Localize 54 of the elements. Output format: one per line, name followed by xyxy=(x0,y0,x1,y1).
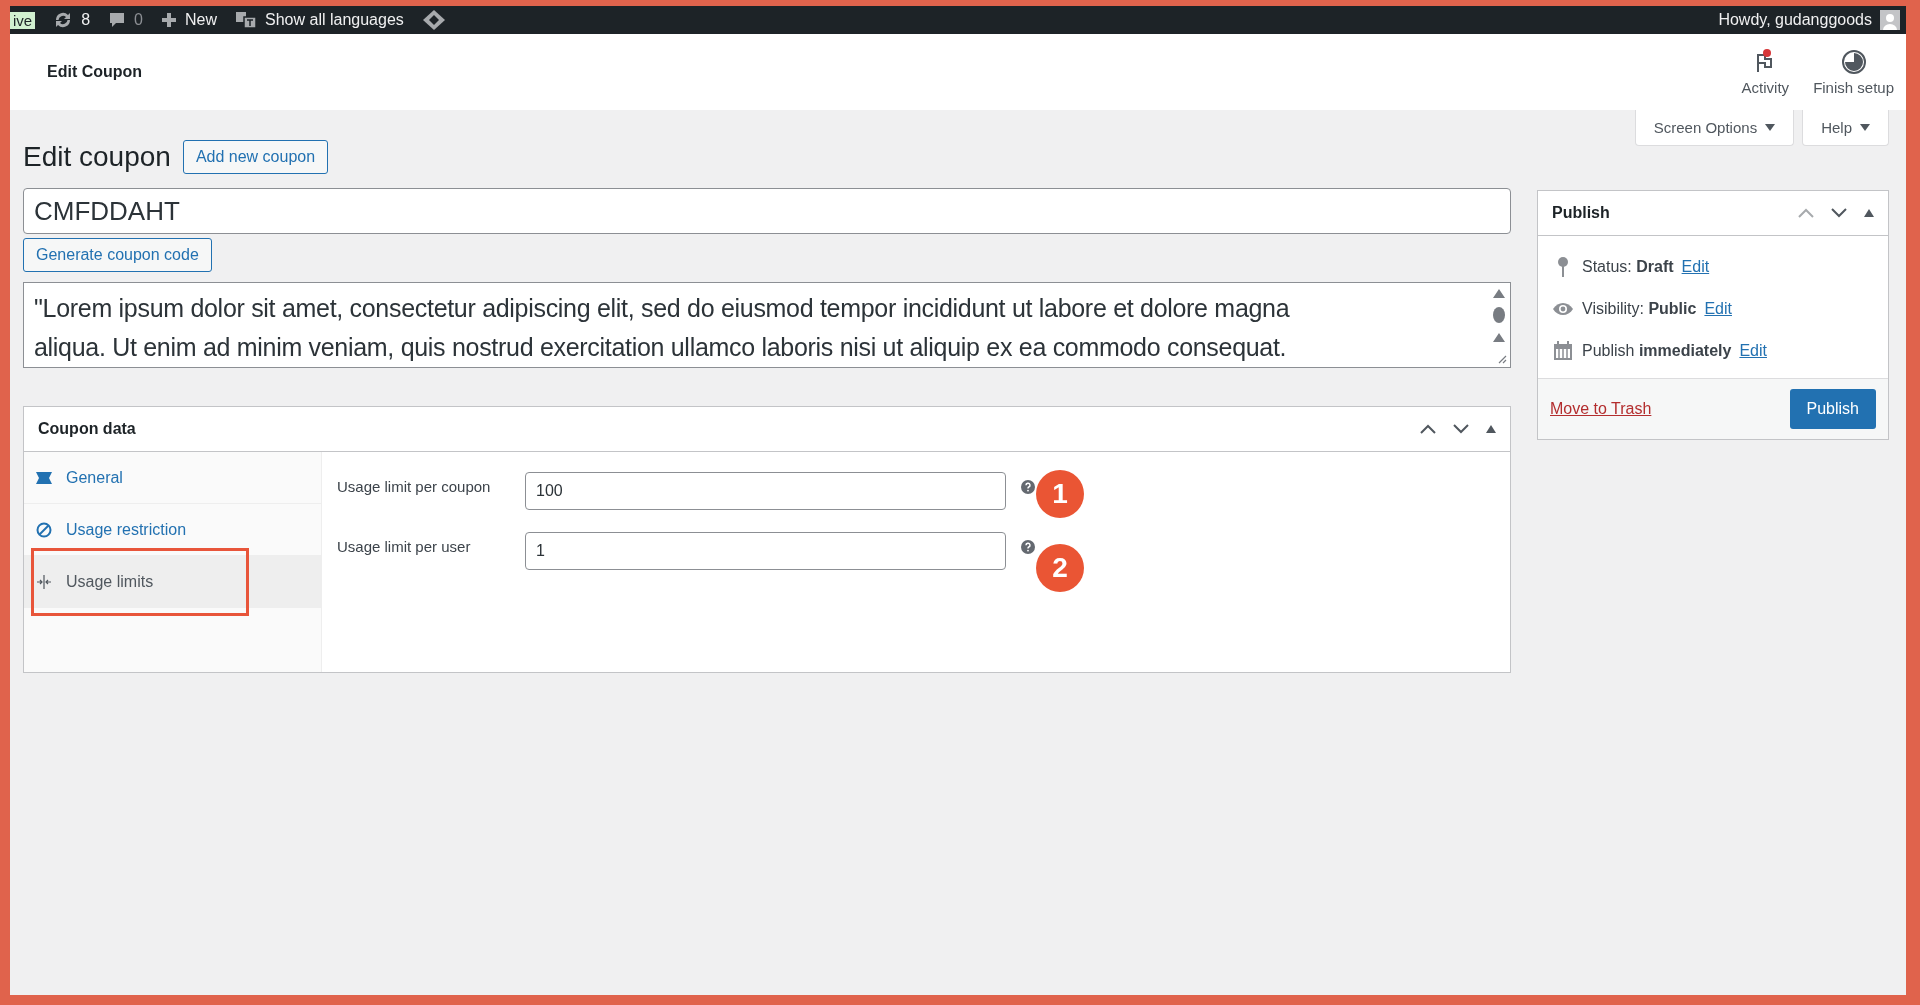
collapse-icon[interactable] xyxy=(1864,209,1874,217)
move-down-icon[interactable] xyxy=(1831,208,1847,218)
translate-icon[interactable] xyxy=(235,11,257,29)
field-label: Usage limit per user xyxy=(337,537,472,555)
diamond-icon[interactable] xyxy=(421,9,446,31)
coupon-code-field[interactable]: CMFDDAHT xyxy=(23,188,1511,234)
screen-meta-tab[interactable]: Screen Options xyxy=(1634,110,1795,146)
callout-number: 1 xyxy=(1036,470,1084,518)
publish-info: Status: Draft xyxy=(1582,258,1674,276)
publish-button[interactable]: Publish xyxy=(1789,389,1876,429)
comment-icon[interactable] xyxy=(108,11,127,29)
greeting-link[interactable]: Howdy, gudanggoods xyxy=(1718,11,1872,29)
panel-title: Publish xyxy=(1552,204,1610,222)
description-field[interactable]: "Lorem ipsum dolor sit amet, consectetur adipiscing elit, sed do eiusmod tempor incididunt ut labore et dolore magna aliqua. Ut enim ad minim veniam, quis nostrud exercitation ullamco laboris nisi ut aliquip ex ea commodo consequat. xyxy=(23,282,1511,368)
eye-icon xyxy=(1552,302,1574,316)
edit-link[interactable]: Edit xyxy=(1681,258,1710,276)
ticket-icon xyxy=(36,470,52,485)
calendar-icon xyxy=(1552,341,1574,361)
input-field[interactable]: 1 xyxy=(525,532,1006,570)
publish-info: Publish immediately xyxy=(1582,342,1732,360)
arrows-inward-icon xyxy=(36,573,52,590)
collapse-icon[interactable] xyxy=(1486,425,1496,433)
add-new-coupon-button[interactable]: Add new coupon xyxy=(182,140,329,174)
prohibited-icon xyxy=(36,521,52,538)
move-up-icon[interactable] xyxy=(1420,424,1436,434)
edit-link[interactable]: Edit xyxy=(1704,300,1732,318)
panel-title: Coupon data xyxy=(38,420,136,438)
help-icon[interactable] xyxy=(1021,480,1035,494)
help-icon[interactable] xyxy=(1021,540,1035,554)
updates-count[interactable]: 8 xyxy=(81,11,91,29)
publish-info: Visibility: Public xyxy=(1582,300,1697,318)
generate-code-button[interactable]: Generate coupon code xyxy=(23,238,212,272)
screen-meta-tab[interactable]: Help xyxy=(1802,110,1889,146)
dropdown-caret-icon xyxy=(1765,124,1776,131)
comments-count[interactable]: 0 xyxy=(134,11,143,29)
site-badge[interactable]: ive xyxy=(10,11,36,29)
plus-icon[interactable] xyxy=(161,12,177,28)
input-field[interactable]: 100 xyxy=(525,472,1006,510)
edit-link[interactable]: Edit xyxy=(1739,342,1767,360)
page-title: Edit coupon xyxy=(23,141,171,173)
dropdown-caret-icon xyxy=(1860,124,1870,131)
new-link[interactable]: New xyxy=(185,11,217,29)
callout-number: 2 xyxy=(1036,544,1084,592)
header-action-button[interactable]: Activity xyxy=(1729,34,1802,110)
header-action-button[interactable]: Finish setup xyxy=(1801,34,1906,110)
languages-link[interactable]: Show all languages xyxy=(265,11,404,29)
scrollbar-icon[interactable] xyxy=(1492,287,1506,343)
resize-handle-icon[interactable] xyxy=(1497,354,1507,364)
move-down-icon[interactable] xyxy=(1453,424,1469,434)
page-header-title: Edit Coupon xyxy=(47,63,143,81)
coupon-data-tab[interactable]: Usage limits xyxy=(24,556,321,608)
coupon-data-tab[interactable]: General xyxy=(24,452,321,504)
move-to-trash-link[interactable]: Move to Trash xyxy=(1550,400,1652,418)
field-label: Usage limit per coupon xyxy=(337,477,492,495)
